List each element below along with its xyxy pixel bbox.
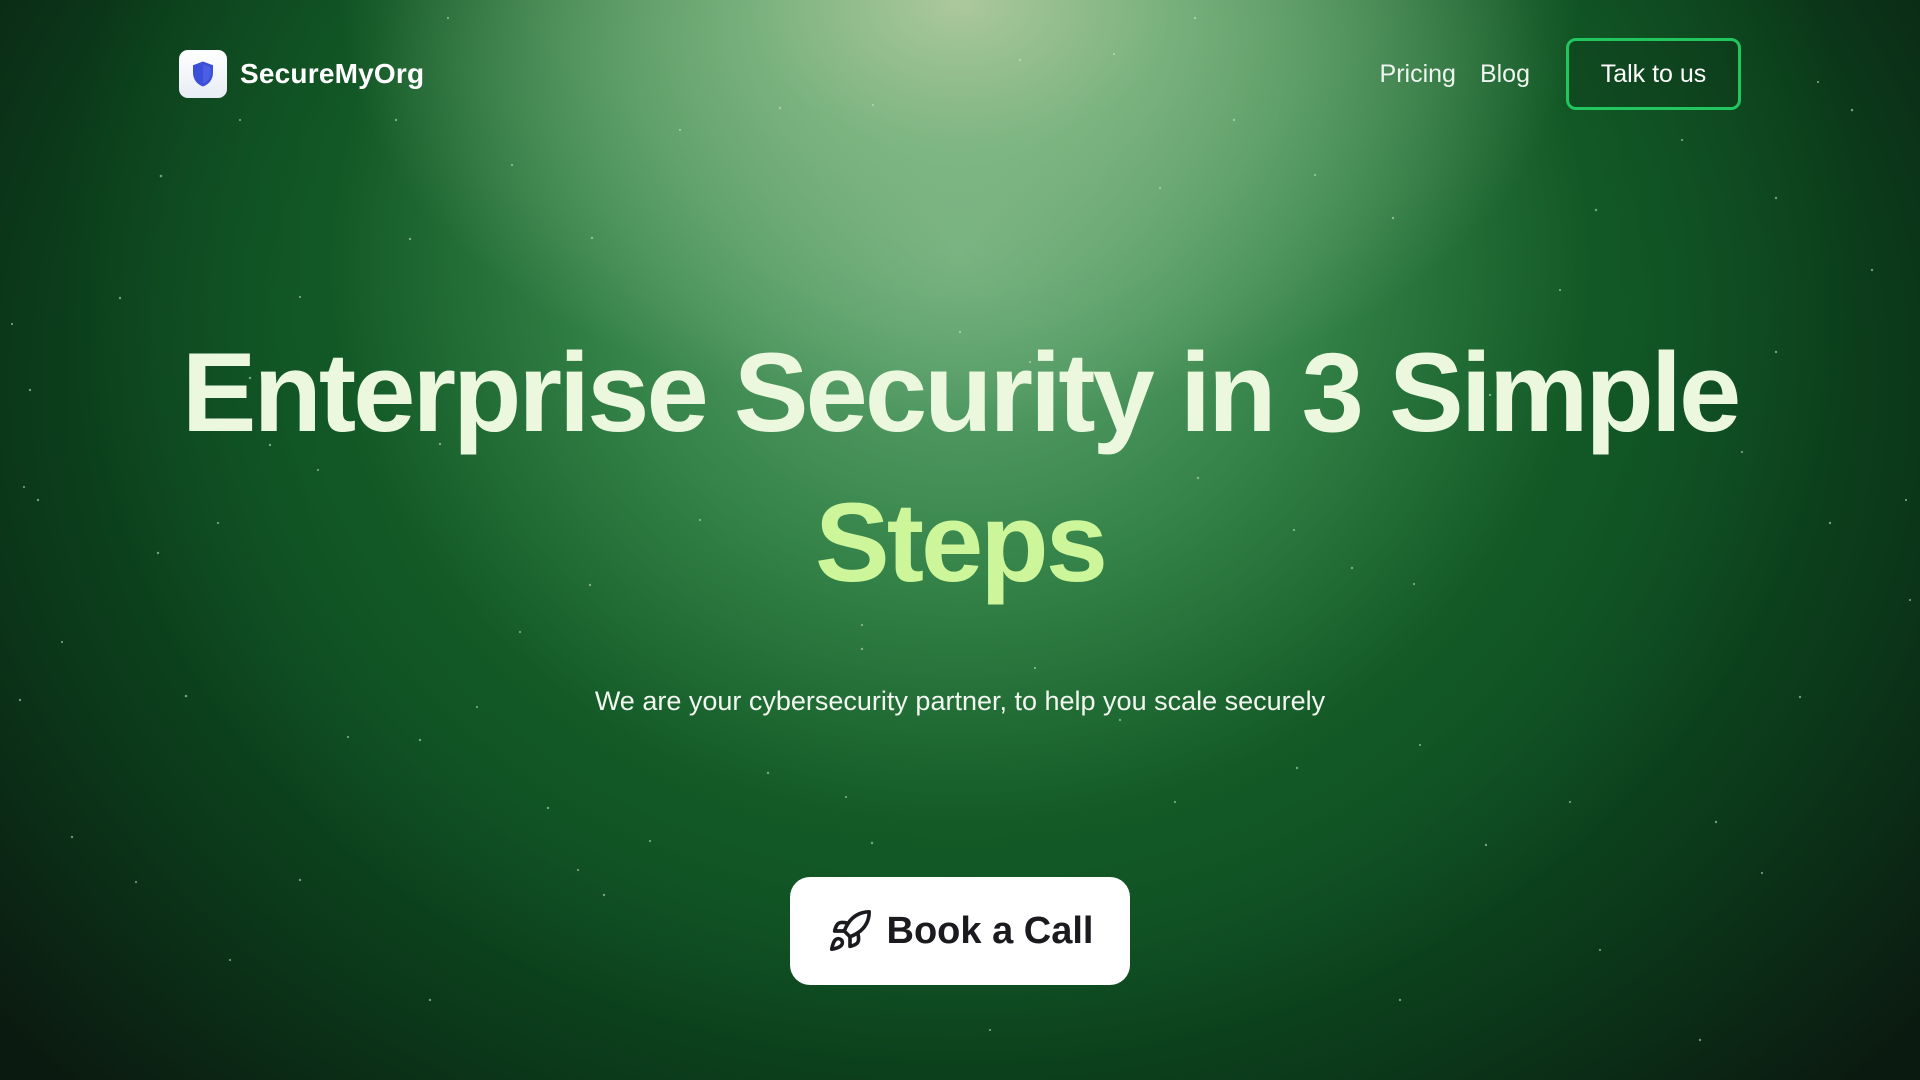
hero-headline-line-2: Steps	[815, 480, 1108, 605]
nav-menu: Pricing Blog Talk to us	[1380, 38, 1741, 110]
brand-logo	[179, 50, 227, 98]
rocket-icon	[827, 908, 873, 954]
hero-subtitle: We are your cybersecurity partner, to he…	[594, 686, 1326, 716]
hero-headline-line-1: Enterprise Security in 3 Simple	[181, 330, 1741, 455]
top-navigation: SecureMyOrg Pricing Blog Talk to us	[179, 36, 1741, 112]
nav-link-pricing[interactable]: Pricing	[1380, 60, 1456, 89]
hero-section: SecureMyOrg Pricing Blog Talk to us Ente…	[0, 0, 1920, 1080]
brand-home-link[interactable]: SecureMyOrg	[179, 50, 424, 98]
talk-to-us-button[interactable]: Talk to us	[1566, 38, 1741, 110]
nav-link-blog[interactable]: Blog	[1480, 60, 1530, 89]
brand-name: SecureMyOrg	[240, 58, 425, 89]
book-a-call-label: Book a Call	[886, 909, 1094, 952]
hero-headline: Enterprise Security in 3 Simple Steps	[120, 318, 1800, 618]
shield-icon	[193, 61, 213, 87]
book-a-call-button[interactable]: Book a Call	[790, 877, 1130, 985]
